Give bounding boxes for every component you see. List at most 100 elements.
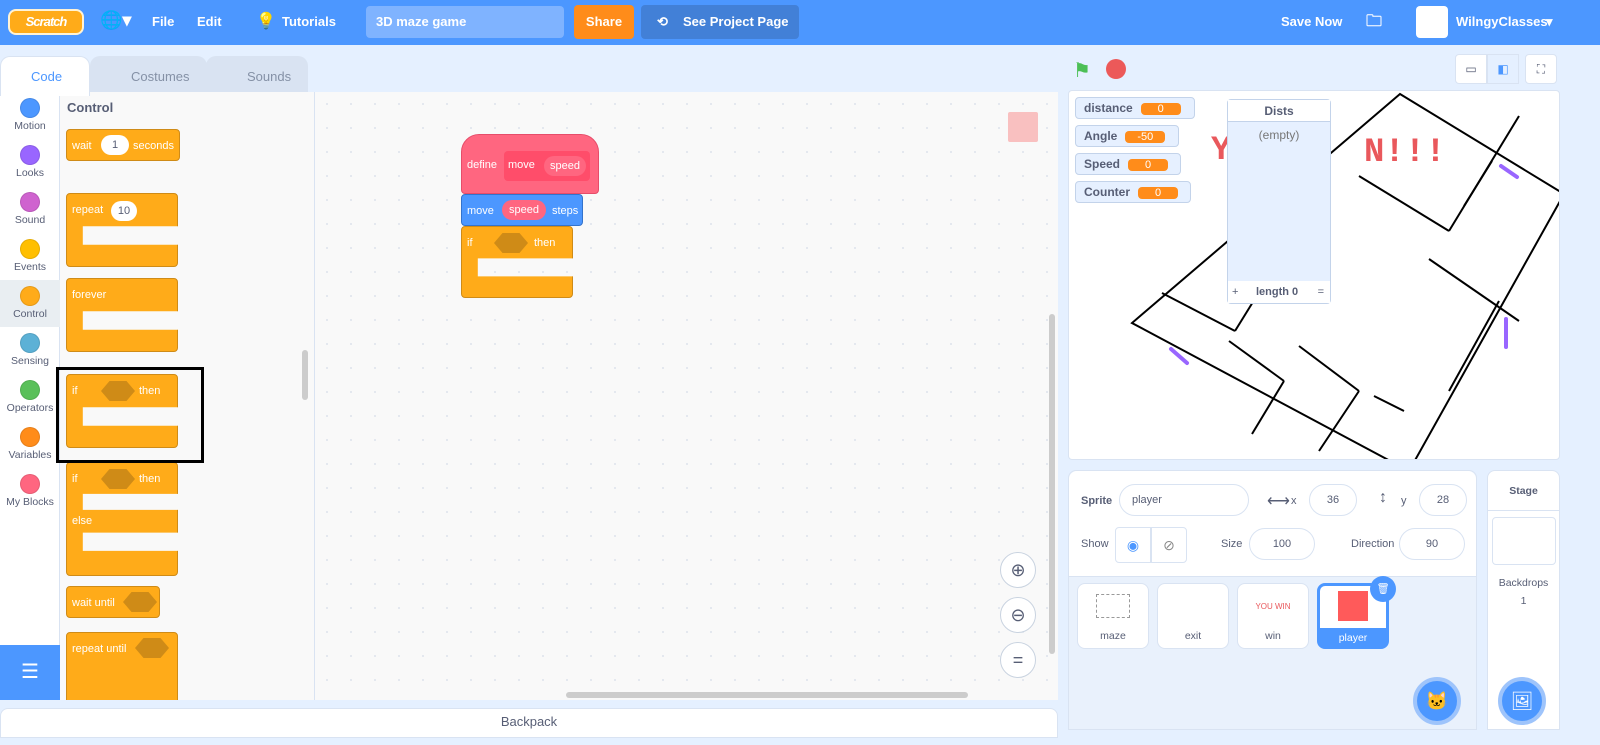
move-custom-block[interactable]: move speed steps [461,194,583,226]
sprite-indicator [1008,112,1038,142]
category-label: Variables [8,449,52,461]
see-project-page-button[interactable]: ⟲ See Project Page [641,5,799,39]
tab-code[interactable]: Code [0,56,90,96]
category-dot-icon [20,474,40,494]
size-input[interactable]: 100 [1249,528,1315,560]
palette-scrollbar[interactable] [302,350,308,400]
condition-slot[interactable] [135,638,169,658]
backdrop-thumbnail[interactable] [1491,517,1556,565]
category-events[interactable]: Events [0,233,60,280]
add-extension-button[interactable]: ☰ [0,645,60,700]
zoom-in-button[interactable]: ⊕ [1000,552,1036,588]
monitor-label: distance [1084,101,1133,115]
variable-monitor[interactable]: Counter 0 [1075,181,1191,203]
green-flag-icon[interactable]: ⚑ [1073,58,1091,83]
zoom-out-button[interactable]: ⊖ [1000,597,1036,633]
sprite-name-input[interactable]: player [1119,484,1249,516]
category-control[interactable]: Control [0,280,60,327]
condition-slot[interactable] [123,592,157,612]
category-variables[interactable]: Variables [0,421,60,468]
edit-menu[interactable]: Edit [197,14,222,29]
condition-slot[interactable] [494,233,528,253]
share-button[interactable]: Share [574,5,634,39]
script-area[interactable]: define move speed move speed steps if then ⊕ … [315,92,1058,700]
monitor-value: 0 [1138,187,1178,199]
tab-sounds[interactable]: Sounds [206,56,308,94]
choose-backdrop-button[interactable]: 🖼 [1498,677,1546,725]
choose-sprite-button[interactable]: 🐱 [1413,677,1461,725]
stop-icon[interactable] [1106,59,1126,79]
sprite-thumbnail-win[interactable]: YOU WIN win [1237,583,1309,649]
backpack[interactable]: Backpack [0,708,1058,738]
category-label: Sound [14,214,46,226]
repeat-input[interactable]: 10 [111,201,137,221]
param-reporter[interactable]: speed [544,156,586,176]
scratch-logo[interactable]: Scratch [8,9,84,35]
tutorials-button[interactable]: Tutorials [282,14,336,29]
forever-block[interactable]: forever [66,278,178,352]
block-text: else [72,515,93,527]
category-sound[interactable]: Sound [0,186,60,233]
sprite-name: maze [1100,630,1126,642]
tab-costumes[interactable]: Costumes [90,56,207,94]
vertical-scrollbar[interactable] [1049,314,1055,654]
sprite-thumbnail-exit[interactable]: exit [1157,583,1229,649]
delete-sprite-icon[interactable]: 🗑 [1370,576,1396,602]
globe-icon[interactable]: 🌐▾ [100,10,131,31]
list-monitor[interactable]: Dists (empty) + length 0 = [1227,99,1331,304]
horizontal-scrollbar[interactable] [566,692,968,698]
monitor-label: Speed [1084,157,1121,171]
folder-icon[interactable]: 🗀 [1366,10,1382,37]
if-then-block[interactable]: if then [461,226,573,298]
list-empty: (empty) [1258,128,1300,142]
define-block[interactable]: define move speed [461,134,599,194]
file-menu[interactable]: File [152,14,174,29]
direction-input[interactable]: 90 [1399,528,1465,560]
if-else-block[interactable]: if then else [66,462,178,576]
show-hidden-button[interactable]: ⊘ [1151,527,1187,563]
size-label: Size [1221,538,1243,550]
repeat-block[interactable]: repeat 10 [66,193,178,267]
category-my-blocks[interactable]: My Blocks [0,468,60,515]
wait-input[interactable]: 1 [101,135,129,155]
variable-monitor[interactable]: distance 0 [1075,97,1195,119]
highlight-box [56,367,204,463]
large-stage-button[interactable]: ◧ [1487,54,1519,84]
y-input[interactable]: 28 [1419,484,1467,516]
category-operators[interactable]: Operators [0,374,60,421]
avatar[interactable] [1416,6,1448,38]
repeat-until-block[interactable]: repeat until [66,632,178,700]
category-looks[interactable]: Looks [0,139,60,186]
show-visible-button[interactable]: ◉ [1115,527,1151,563]
monitor-value: 0 [1140,103,1181,115]
list-length: length 0 [1256,286,1299,298]
sprite-thumbnail-player[interactable]: 🗑 player [1317,576,1396,649]
monitor-label: Angle [1084,129,1118,143]
speed-reporter[interactable]: speed [502,200,546,220]
sprite-thumbnail-maze[interactable]: maze [1077,583,1149,649]
stage-canvas[interactable]: Y N!!! distance 0 Angle -50 Speed 0 Counter 0 D… [1068,90,1560,460]
small-stage-button[interactable]: ▭ [1455,54,1487,84]
resize-handle[interactable]: = [1318,281,1324,303]
variable-monitor[interactable]: Angle -50 [1075,125,1179,147]
wait-until-block[interactable]: wait until [66,586,160,618]
zoom-reset-button[interactable]: = [1000,642,1036,678]
fullscreen-button[interactable]: ⛶ [1525,54,1557,84]
maze-thumb [1096,594,1130,618]
save-now-button[interactable]: Save Now [1281,14,1342,29]
x-input[interactable]: 36 [1309,484,1357,516]
category-sensing[interactable]: Sensing [0,327,60,374]
category-menu: Motion Looks Sound Events Control Sensing Oper… [0,92,60,700]
wait-block[interactable]: wait 1 seconds [66,129,180,161]
category-dot-icon [20,427,40,447]
variable-monitor[interactable]: Speed 0 [1075,153,1181,175]
condition-slot[interactable] [101,469,135,489]
add-item-button[interactable]: + [1232,281,1238,303]
stage-selector[interactable]: Stage Backdrops 1 🖼 [1487,470,1560,730]
backdrops-label: Backdrops [1498,577,1549,589]
chevron-down-icon[interactable]: ▾ [1546,14,1553,30]
project-title-input[interactable]: 3D maze game [366,6,564,38]
category-motion[interactable]: Motion [0,92,60,139]
block-text: move [467,205,494,217]
username-menu[interactable]: WilngyClasses [1456,14,1548,29]
